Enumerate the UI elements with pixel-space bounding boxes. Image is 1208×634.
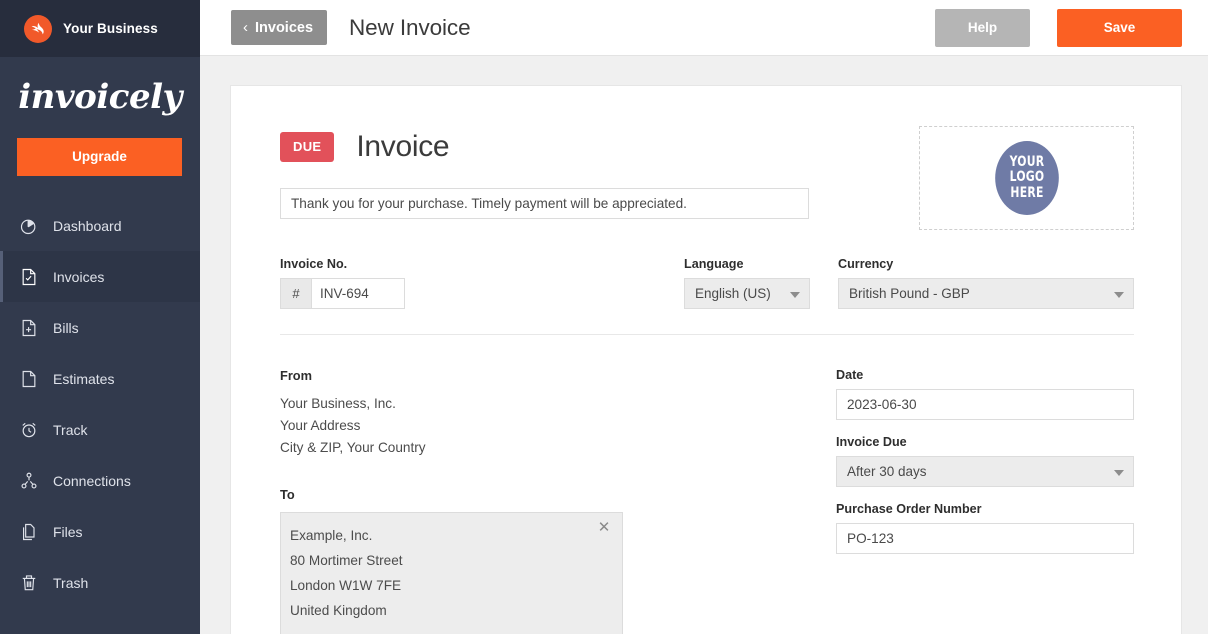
invoice-no-field: #: [280, 278, 405, 309]
parties-section: From Your Business, Inc. Your Address Ci…: [280, 368, 1134, 634]
section-divider: [280, 334, 1134, 335]
language-value: English (US): [695, 286, 771, 301]
sidebar-item-connections[interactable]: Connections: [0, 455, 200, 506]
sidebar-item-invoices[interactable]: Invoices: [0, 251, 200, 302]
close-icon[interactable]: ✕: [596, 520, 612, 536]
invoice-header-left: DUE Invoice: [280, 124, 919, 219]
logo-line-3: HERE: [1009, 184, 1044, 201]
date-label: Date: [836, 368, 864, 382]
sidebar: Your Business invoicely Upgrade Dashboar…: [0, 0, 200, 634]
invoice-due-group: Invoice Due After 30 days: [836, 435, 1134, 487]
status-badge: DUE: [280, 132, 335, 162]
main-area: ‹ Invoices New Invoice Help Save DUE Inv…: [200, 0, 1208, 634]
sidebar-item-label: Dashboard: [53, 217, 122, 234]
invoice-note-input[interactable]: [280, 188, 809, 219]
invoice-title-row: DUE Invoice: [280, 130, 919, 164]
upgrade-button[interactable]: Upgrade: [17, 138, 182, 176]
invoice-no-label: Invoice No.: [280, 257, 348, 271]
to-label: To: [280, 487, 295, 502]
invoice-no-group: Invoice No. #: [280, 257, 684, 309]
pie-chart-icon: [19, 216, 39, 236]
sidebar-item-label: Files: [53, 523, 83, 540]
chevron-down-icon: [1114, 469, 1124, 476]
to-line: United Kingdom: [290, 603, 387, 618]
sidebar-item-label: Connections: [53, 472, 131, 489]
purchase-order-input[interactable]: [836, 523, 1134, 554]
trash-icon: [19, 573, 39, 593]
date-input[interactable]: [836, 389, 1134, 420]
from-line[interactable]: City & ZIP, Your Country: [280, 437, 836, 459]
invoice-header: DUE Invoice YOUR LOGO HERE: [280, 124, 1134, 230]
page-title: New Invoice: [349, 14, 471, 40]
invoice-title[interactable]: Invoice: [356, 130, 449, 164]
invoice-meta-row: Invoice No. # Language English (US): [280, 257, 1134, 309]
top-bar: ‹ Invoices New Invoice Help Save: [200, 0, 1208, 56]
invoice-due-value: After 30 days: [847, 464, 927, 479]
currency-group: Currency British Pound - GBP: [838, 257, 1134, 309]
invoice-card: DUE Invoice YOUR LOGO HERE: [230, 85, 1182, 634]
logo-line-1: YOUR: [1009, 154, 1044, 171]
from-line[interactable]: Your Business, Inc.: [280, 393, 836, 415]
sidebar-item-label: Bills: [53, 319, 79, 336]
sidebar-item-label: Estimates: [53, 370, 115, 387]
save-button[interactable]: Save: [1057, 8, 1182, 47]
brand-bar[interactable]: Your Business: [0, 0, 200, 57]
to-line: London W1W 7FE: [290, 578, 402, 593]
from-line[interactable]: Your Address: [280, 415, 836, 437]
brand-name: Your Business: [63, 21, 158, 36]
from-block: From Your Business, Inc. Your Address Ci…: [280, 368, 836, 459]
dates-column: Date Invoice Due After 30 days Purchase: [836, 368, 1134, 634]
sidebar-item-dashboard[interactable]: Dashboard: [0, 200, 200, 251]
document-icon: [19, 369, 39, 389]
app-root: Your Business invoicely Upgrade Dashboar…: [0, 0, 1208, 634]
content-canvas: DUE Invoice YOUR LOGO HERE: [200, 56, 1208, 634]
logo-placeholder: YOUR LOGO HERE: [994, 141, 1059, 215]
currency-label: Currency: [838, 257, 894, 271]
connections-icon: [19, 471, 39, 491]
currency-value: British Pound - GBP: [849, 286, 970, 301]
help-button[interactable]: Help: [935, 8, 1030, 47]
sidebar-item-label: Invoices: [53, 268, 105, 285]
from-label: From: [280, 368, 312, 383]
chevron-left-icon: ‹: [243, 19, 248, 36]
sidebar-item-files[interactable]: Files: [0, 506, 200, 557]
hash-icon: #: [281, 279, 312, 308]
files-icon: [19, 522, 39, 542]
chevron-down-icon: [1114, 291, 1124, 298]
sidebar-item-track[interactable]: Track: [0, 404, 200, 455]
document-plus-icon: [19, 318, 39, 338]
to-line: 80 Mortimer Street: [290, 553, 403, 568]
sidebar-item-label: Track: [53, 421, 88, 438]
logo-upload-box[interactable]: YOUR LOGO HERE: [919, 126, 1134, 230]
alarm-clock-icon: [19, 420, 39, 440]
purchase-order-label: Purchase Order Number: [836, 502, 982, 516]
back-to-invoices-button[interactable]: ‹ Invoices: [231, 10, 328, 45]
document-check-icon: [19, 267, 39, 287]
to-block: To ✕ Example, Inc. 80 Mortimer Street Lo…: [280, 487, 836, 634]
back-button-label: Invoices: [255, 19, 314, 36]
language-group: Language English (US): [684, 257, 838, 309]
sidebar-item-bills[interactable]: Bills: [0, 302, 200, 353]
to-line: Example, Inc.: [290, 528, 373, 543]
sidebar-nav: Dashboard Invoices Bills Estimates Track…: [0, 200, 200, 608]
swift-bird-icon: [24, 14, 52, 43]
invoice-due-label: Invoice Due: [836, 435, 907, 449]
language-label: Language: [684, 257, 744, 271]
currency-select[interactable]: British Pound - GBP: [838, 278, 1134, 309]
date-group: Date: [836, 368, 1134, 420]
parties-left: From Your Business, Inc. Your Address Ci…: [280, 368, 836, 634]
purchase-order-group: Purchase Order Number: [836, 502, 1134, 554]
invoice-due-select[interactable]: After 30 days: [836, 456, 1134, 487]
sidebar-item-estimates[interactable]: Estimates: [0, 353, 200, 404]
language-select[interactable]: English (US): [684, 278, 810, 309]
to-address-box[interactable]: ✕ Example, Inc. 80 Mortimer Street Londo…: [280, 512, 623, 634]
logo-line-2: LOGO: [1009, 169, 1044, 186]
sidebar-item-label: Trash: [53, 574, 89, 591]
chevron-down-icon: [790, 291, 800, 298]
sidebar-item-trash[interactable]: Trash: [0, 557, 200, 608]
invoicely-logo: invoicely: [18, 77, 182, 117]
invoice-no-input[interactable]: [312, 279, 404, 308]
